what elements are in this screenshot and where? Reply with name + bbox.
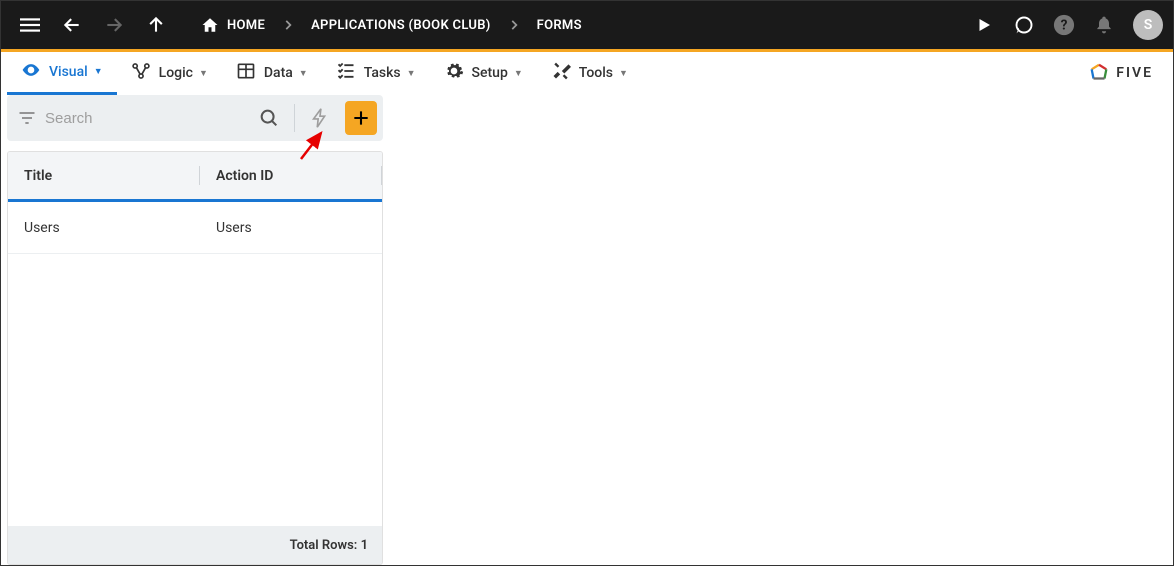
dropdown-triangle-icon: ▼ [94,66,103,77]
dropdown-triangle-icon: ▼ [299,68,308,79]
divider [294,104,295,132]
add-button[interactable] [345,101,377,135]
tab-row: Visual ▼ Logic ▼ Data ▼ Tasks ▼ Setup ▼ … [1,52,1173,95]
play-icon[interactable] [965,6,1003,44]
tab-data[interactable]: Data ▼ [222,52,322,95]
footer-label: Total Rows: [290,538,358,553]
data-table: Title Action ID Users Users Total Rows: … [7,151,383,565]
tab-logic[interactable]: Logic ▼ [117,52,222,95]
search-bar [7,95,383,141]
help-icon[interactable]: ? [1045,6,1083,44]
logic-icon [131,61,151,85]
dropdown-triangle-icon: ▼ [619,68,628,79]
table-footer: Total Rows: 1 [8,526,382,564]
tab-setup[interactable]: Setup ▼ [430,52,537,95]
toolbar-left-group: HOME APPLICATIONS (BOOK CLUB) FORMS [11,6,596,44]
tab-tools[interactable]: Tools ▼ [537,52,642,95]
tab-label: Tools [579,65,613,81]
tools-icon [551,61,571,85]
breadcrumb-label: HOME [227,18,265,33]
forward-icon [95,6,133,44]
brand-text: FIVE [1116,65,1153,81]
breadcrumb-home[interactable]: HOME [187,16,279,34]
svg-text:?: ? [1061,18,1068,34]
back-icon[interactable] [53,6,91,44]
tab-label: Data [264,65,293,81]
tab-label: Logic [159,65,193,81]
tab-visual[interactable]: Visual ▼ [7,52,117,95]
breadcrumb: HOME APPLICATIONS (BOOK CLUB) FORMS [187,16,596,34]
search-icon[interactable] [252,107,286,129]
search-input[interactable] [45,110,244,127]
gear-icon [444,61,464,85]
cell-title: Users [8,220,200,236]
side-panel: Title Action ID Users Users Total Rows: … [1,95,389,565]
table-body: Users Users [8,202,382,526]
avatar-letter: S [1144,17,1153,33]
table-header: Title Action ID [8,152,382,202]
filter-icon[interactable] [17,108,37,128]
main-area [389,95,1173,565]
table-row[interactable]: Users Users [8,202,382,254]
up-icon[interactable] [137,6,175,44]
column-label: Title [24,168,52,184]
wizard-button[interactable] [303,100,337,136]
footer-count: 1 [361,538,368,553]
chevron-right-icon [279,18,297,32]
dropdown-triangle-icon: ▼ [199,68,208,79]
brand-logo: FIVE [1088,62,1161,84]
breadcrumb-label: APPLICATIONS (BOOK CLUB) [311,18,491,33]
column-header-action-id[interactable]: Action ID [200,152,382,199]
tab-label: Tasks [364,65,401,81]
table-icon [236,61,256,85]
breadcrumb-label: FORMS [537,18,582,33]
dropdown-triangle-icon: ▼ [407,68,416,79]
tab-label: Setup [472,65,508,81]
dropdown-triangle-icon: ▼ [514,68,523,79]
column-header-title[interactable]: Title [8,152,200,199]
tab-tasks[interactable]: Tasks ▼ [322,52,430,95]
toolbar-right-group: ? S [965,6,1163,44]
cell-action-id: Users [200,220,382,236]
top-toolbar: HOME APPLICATIONS (BOOK CLUB) FORMS ? [1,1,1173,49]
eye-icon [21,60,41,84]
chevron-right-icon [505,18,523,32]
column-divider[interactable] [381,166,382,185]
menu-icon[interactable] [11,6,49,44]
avatar[interactable]: S [1133,10,1163,40]
breadcrumb-applications[interactable]: APPLICATIONS (BOOK CLUB) [297,18,505,33]
column-label: Action ID [216,168,273,184]
tasks-icon [336,61,356,85]
tab-label: Visual [49,64,88,80]
content-area: Title Action ID Users Users Total Rows: … [1,95,1173,565]
feedback-icon[interactable] [1005,6,1043,44]
breadcrumb-forms[interactable]: FORMS [523,18,596,33]
bell-icon[interactable] [1085,6,1123,44]
